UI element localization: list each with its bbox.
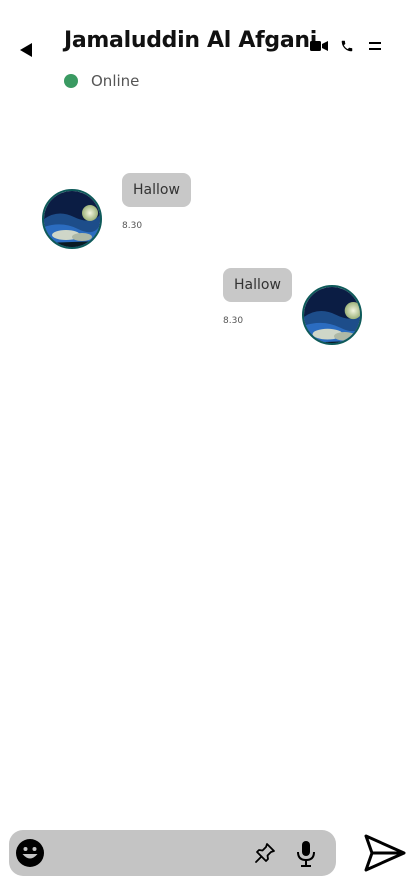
phone-icon: [341, 40, 353, 52]
video-call-button[interactable]: [310, 36, 328, 56]
message-time-outgoing: 8.30: [223, 316, 244, 326]
send-button[interactable]: [362, 830, 408, 876]
status-dot: [64, 74, 78, 88]
emoji-icon: [16, 839, 44, 867]
emoji-button[interactable]: [15, 838, 45, 868]
header-actions: [310, 36, 384, 56]
pin-icon: [255, 843, 275, 863]
message-bubble-outgoing[interactable]: Hallow: [223, 268, 292, 302]
message-bubble-incoming[interactable]: Hallow: [122, 173, 191, 207]
message-input[interactable]: [55, 838, 249, 870]
video-camera-icon: [310, 41, 328, 51]
chat-header: Jamaluddin Al Afgani Online: [0, 0, 414, 110]
message-composer: [9, 830, 336, 876]
status-text: Online: [91, 72, 140, 90]
menu-button[interactable]: [366, 36, 384, 56]
avatar-image: [304, 287, 360, 343]
message-time-incoming: 8.30: [122, 221, 143, 231]
avatar-image: [44, 191, 100, 247]
back-button[interactable]: [14, 38, 38, 62]
voice-call-button[interactable]: [338, 36, 356, 56]
contact-avatar[interactable]: [42, 189, 102, 249]
microphone-icon: [297, 841, 315, 867]
attach-button[interactable]: [253, 841, 277, 865]
voice-record-button[interactable]: [294, 840, 318, 868]
chat-title: Jamaluddin Al Afgani: [64, 28, 317, 53]
back-arrow-icon: [20, 43, 32, 57]
send-icon: [364, 834, 406, 872]
user-avatar[interactable]: [302, 285, 362, 345]
online-status: Online: [64, 72, 139, 90]
menu-icon: [369, 42, 381, 50]
